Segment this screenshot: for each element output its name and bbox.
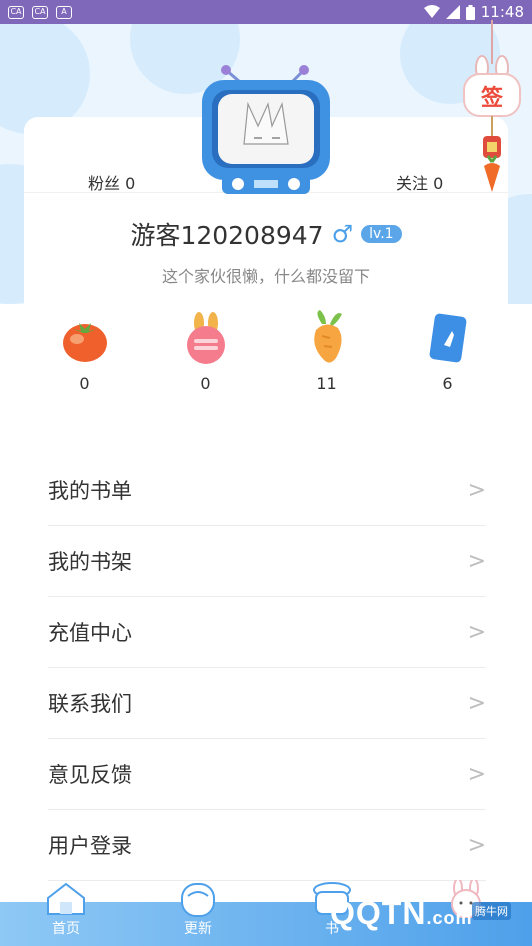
username-row: 游客120208947 ♂ lv.1 [0, 216, 532, 252]
watermark-brand: QQTN [330, 895, 427, 931]
radish-icon [186, 312, 225, 364]
sign-in-ornament[interactable]: 签 [460, 20, 524, 204]
watermark-domain: .com [426, 908, 473, 928]
follows-count[interactable]: 关注 0 [396, 170, 443, 194]
menu-item-feedback[interactable]: 意见反馈 > [48, 739, 486, 810]
menu-item-label: 用户登录 [48, 834, 132, 858]
menu-item-label: 我的书单 [48, 479, 132, 503]
card-count: 6 [442, 374, 453, 393]
app-notification-icon: CA [8, 5, 24, 19]
menu-item-my-bookshelf[interactable]: 我的书架 > [48, 526, 486, 597]
menu-item-user-login[interactable]: 用户登录 > [48, 810, 486, 881]
chevron-right-icon: > [467, 690, 486, 716]
gender-male-icon: ♂ [331, 220, 354, 248]
stat-tomato[interactable]: 0 [24, 310, 145, 396]
sign-in-label: 签 [480, 86, 503, 111]
tab-home[interactable]: 首页 [26, 880, 106, 937]
chevron-right-icon: > [467, 761, 486, 787]
menu-item-label: 意见反馈 [48, 763, 132, 787]
wifi-icon [423, 5, 440, 18]
app-notification-icon: A [56, 5, 72, 19]
bio: 这个家伙很懒，什么都没留下 [161, 267, 370, 286]
app-notification-icon: CA [32, 5, 48, 19]
tv-bunny-avatar-icon [202, 65, 330, 194]
tomato-icon [62, 323, 107, 362]
signal-icon [445, 5, 460, 19]
menu-item-recharge-center[interactable]: 充值中心 > [48, 597, 486, 668]
tab-label: 首页 [52, 921, 80, 937]
watermark-tag: 腾牛网 [472, 902, 511, 920]
carrot-icon [313, 310, 342, 363]
menu-item-label: 充值中心 [48, 621, 132, 645]
carrot-count: 11 [316, 374, 337, 393]
clock: 11:48 [480, 3, 524, 21]
stat-carrot[interactable]: 11 [266, 310, 387, 396]
stat-card[interactable]: 6 [387, 310, 508, 396]
watermark: QQTN.com [330, 895, 472, 932]
chevron-right-icon: > [467, 619, 486, 645]
menu-item-label: 我的书架 [48, 550, 132, 574]
username: 游客120208947 [130, 221, 324, 250]
settings-menu: 我的书单 > 我的书架 > 充值中心 > 联系我们 > 意见反馈 > 用户登录 … [48, 455, 486, 881]
chevron-right-icon: > [467, 548, 486, 574]
avatar[interactable] [196, 64, 336, 200]
menu-item-contact-us[interactable]: 联系我们 > [48, 668, 486, 739]
update-icon [181, 883, 215, 917]
menu-item-my-booklist[interactable]: 我的书单 > [48, 455, 486, 526]
card-icon [429, 313, 466, 363]
level-badge: lv.1 [361, 225, 402, 243]
radish-count: 0 [200, 374, 211, 393]
home-icon [47, 882, 85, 915]
status-bar: CA CA A 11:48 [0, 0, 532, 24]
asset-stats: 0 0 11 6 [24, 310, 508, 396]
chevron-right-icon: > [467, 477, 486, 503]
fans-count[interactable]: 粉丝 0 [88, 170, 135, 194]
chevron-right-icon: > [467, 832, 486, 858]
tab-label: 更新 [184, 921, 212, 937]
tomato-count: 0 [79, 374, 90, 393]
status-left-icons: CA CA A [8, 5, 72, 19]
tab-update[interactable]: 更新 [158, 880, 238, 937]
stat-radish[interactable]: 0 [145, 310, 266, 396]
menu-item-label: 联系我们 [48, 692, 132, 716]
battery-icon [465, 4, 475, 20]
